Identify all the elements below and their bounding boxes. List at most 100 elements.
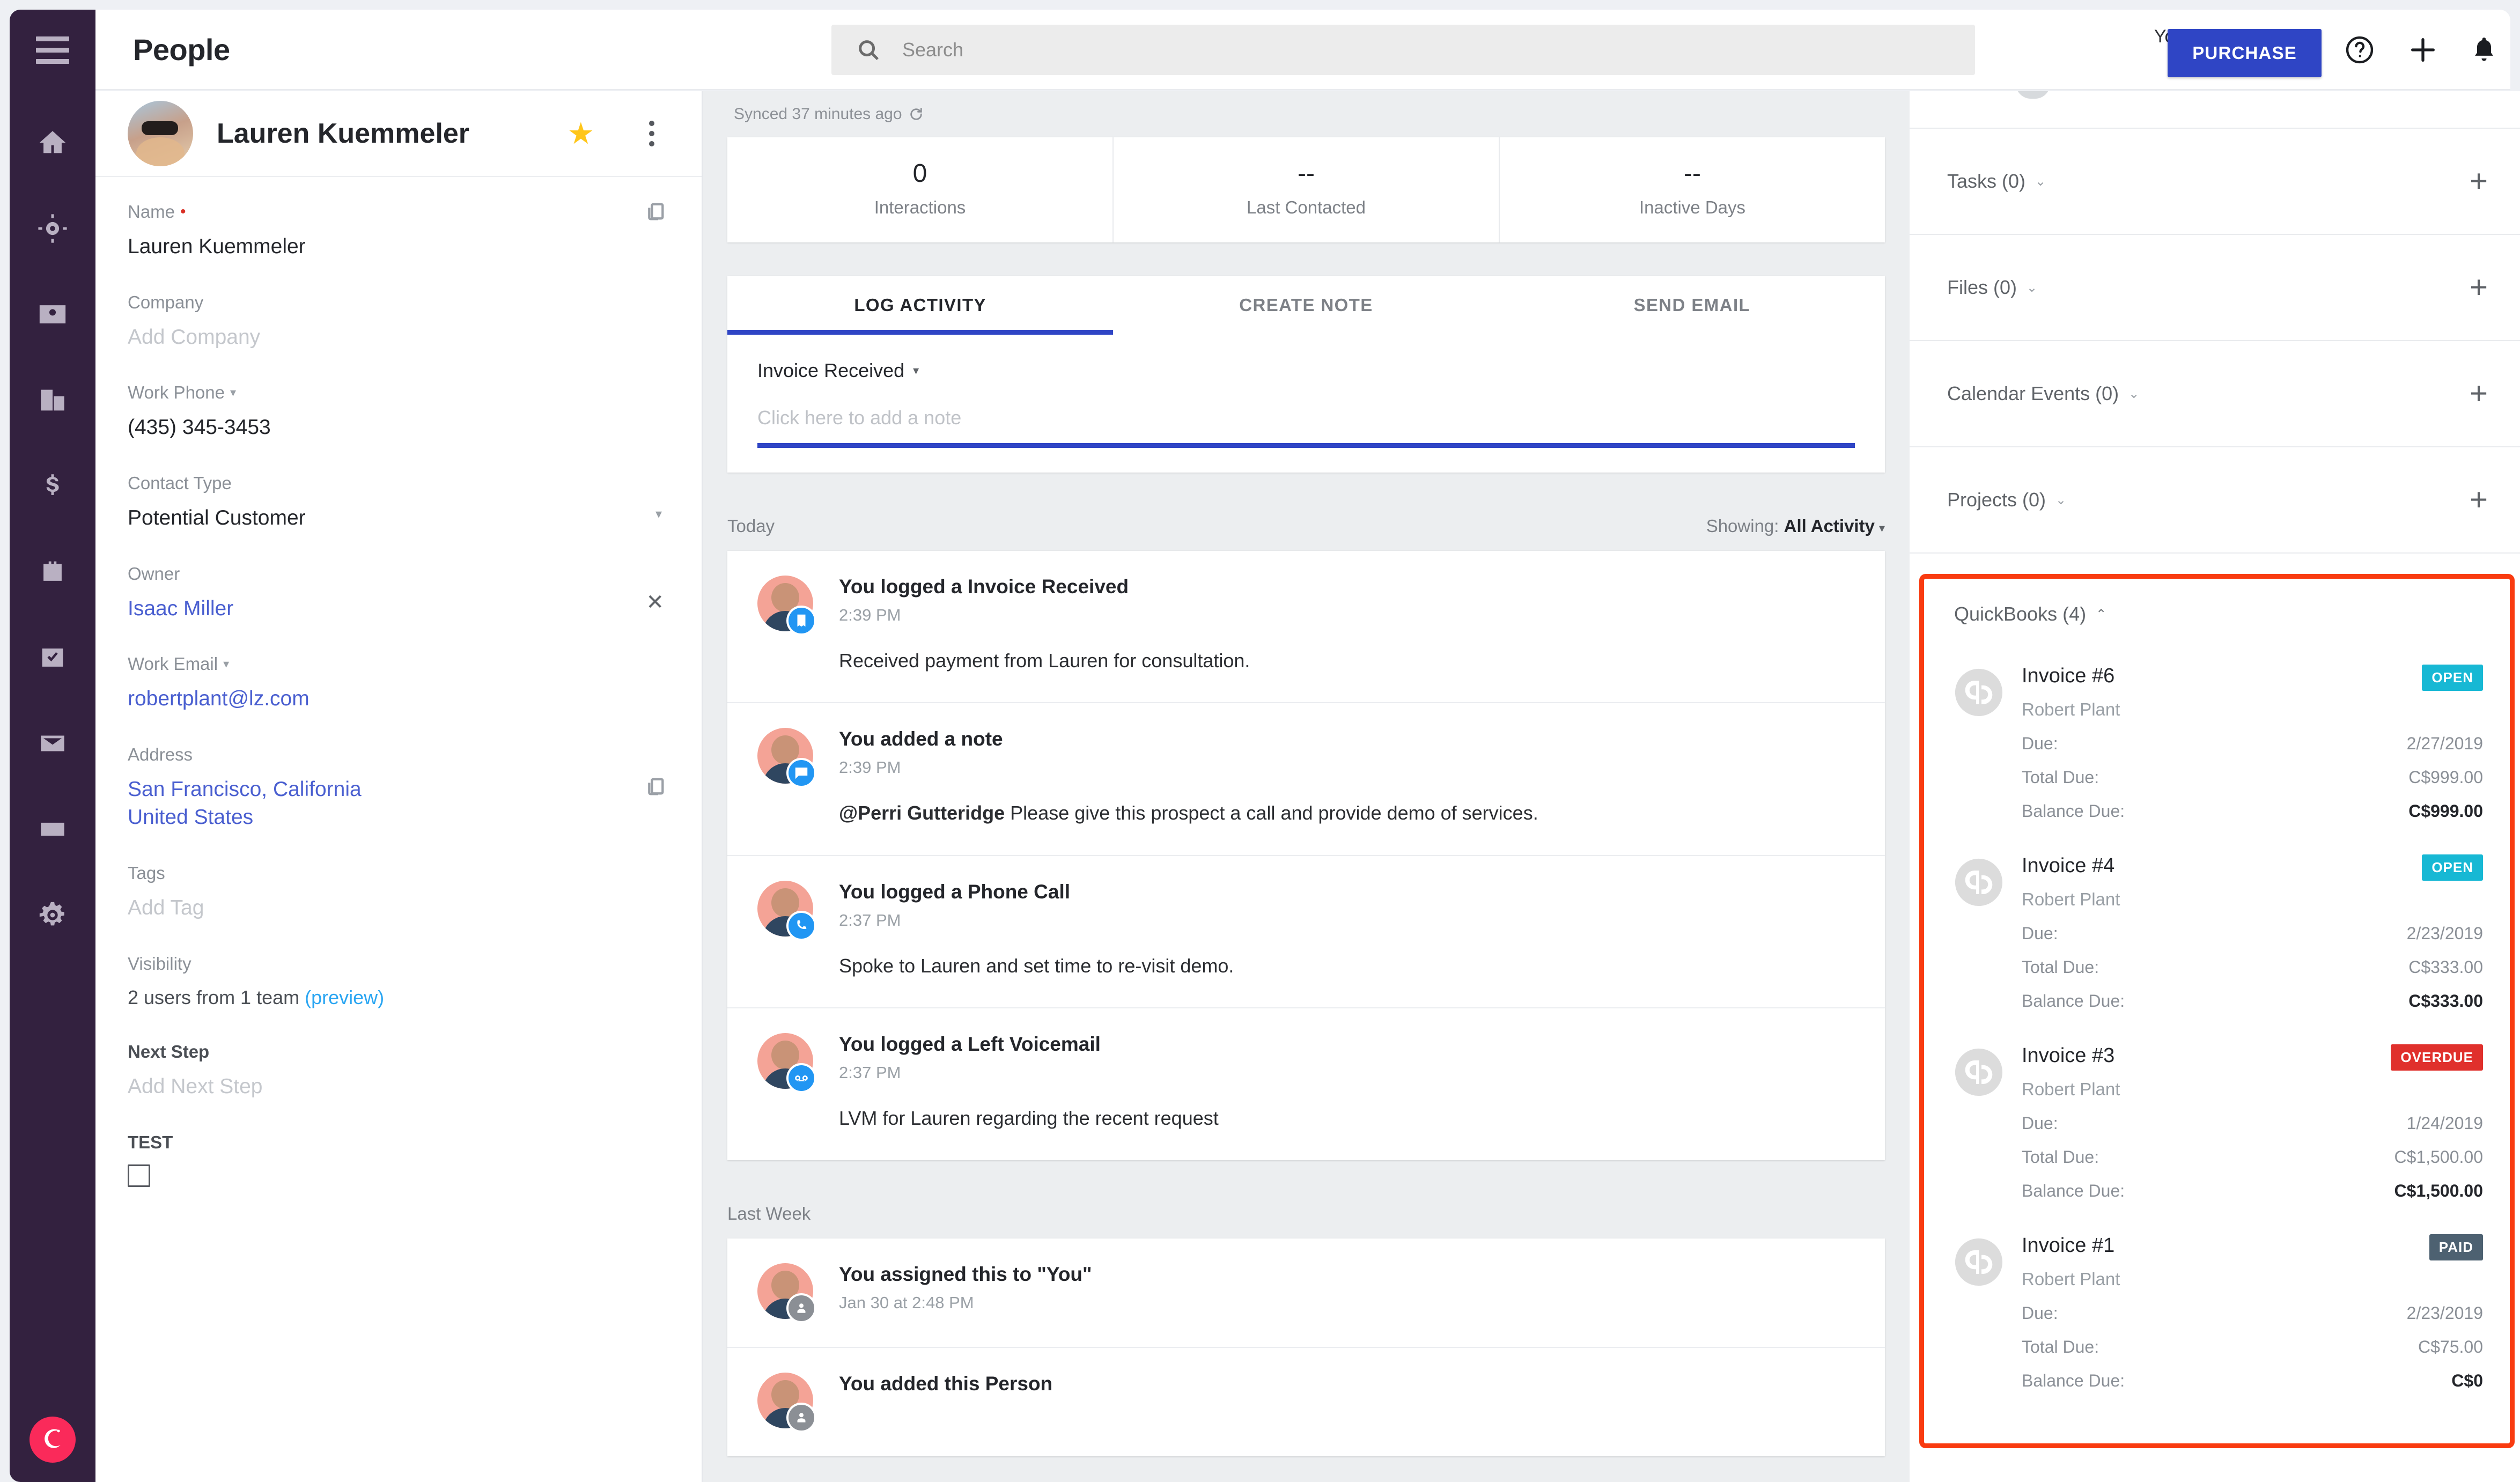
quickbooks-panel: QuickBooks (4) ⌃ Invoice #6 OPEN Robert … (1919, 574, 2515, 1448)
more-options-button[interactable] (649, 121, 654, 146)
activity-type-dropdown[interactable]: Invoice Received ▾ (757, 359, 1855, 382)
metric-inactive-days: -- Inactive Days (1500, 137, 1885, 242)
field-name-label: Name • (128, 202, 186, 222)
visibility-preview-link[interactable]: (preview) (305, 986, 384, 1008)
field-name: Name • Lauren Kuemmeler (128, 202, 669, 261)
tab-create-note[interactable]: CREATE NOTE (1113, 276, 1499, 335)
activity-item[interactable]: You logged a Invoice Received 2:39 PM Re… (727, 551, 1885, 704)
copy-name-button[interactable] (645, 200, 666, 223)
invoice-row[interactable]: Invoice #4 OPEN Robert Plant Due: 2/23/20… (1954, 839, 2483, 1029)
invoice-customer: Robert Plant (2022, 1079, 2120, 1099)
add-task-button[interactable]: + (2470, 165, 2488, 196)
copy-address-button[interactable] (645, 775, 666, 798)
tab-log-activity[interactable]: LOG ACTIVITY (727, 276, 1113, 335)
section-calendar-events[interactable]: Calendar Events (0) ⌄ + (1910, 341, 2520, 447)
chevron-down-icon[interactable]: ▾ (655, 506, 662, 522)
metric-label: Inactive Days (1639, 197, 1746, 217)
add-button[interactable] (2406, 33, 2440, 67)
add-calendar-event-button[interactable]: + (2470, 378, 2488, 409)
sidebar-item-reports[interactable] (10, 786, 95, 872)
invoice-due-row: Due: 1/24/2019 (2022, 1114, 2483, 1133)
menu-toggle-button[interactable] (10, 10, 95, 90)
activity-title: You logged a Invoice Received (839, 576, 1129, 598)
sidebar-item-projects[interactable] (10, 529, 95, 615)
purchase-button[interactable]: PURCHASE (2168, 29, 2322, 77)
favorite-star-icon[interactable]: ★ (568, 119, 594, 149)
invoice-due-row: Due: 2/23/2019 (2022, 1303, 2483, 1323)
invoice-title: Invoice #4 (2022, 854, 2115, 877)
clear-owner-icon[interactable]: ✕ (646, 592, 664, 613)
gear-icon (39, 902, 64, 926)
activity-text: Spoke to Lauren and set time to re-visit… (839, 954, 1234, 977)
feed-header-today: Today Showing: All Activity ▾ (727, 502, 1885, 551)
sidebar-item-settings[interactable] (10, 872, 95, 958)
metric-value: -- (1298, 159, 1315, 188)
metrics-strip: 0 Interactions -- Last Contacted -- Inac… (727, 137, 1885, 242)
building-icon (41, 389, 64, 411)
refresh-icon[interactable] (909, 107, 924, 122)
status-badge: PAID (2429, 1234, 2483, 1260)
quickbooks-section-header[interactable]: QuickBooks (4) ⌃ (1954, 579, 2483, 650)
sidebar-item-home[interactable] (10, 100, 95, 186)
activity-item[interactable]: You assigned this to "You" Jan 30 at 2:4… (727, 1238, 1885, 1348)
help-button[interactable] (2343, 33, 2376, 67)
sidebar-item-leads[interactable] (10, 186, 95, 271)
invoice-balance-row: Balance Due: C$0 (2022, 1371, 2483, 1391)
activity-column: Synced 37 minutes ago 0 Interactions -- … (703, 91, 1910, 1482)
section-projects[interactable]: Projects (0) ⌄ + (1910, 447, 2520, 554)
tab-send-email[interactable]: SEND EMAIL (1499, 276, 1885, 335)
invoice-total-value: C$999.00 (2408, 768, 2483, 787)
notifications-button[interactable] (2467, 33, 2501, 67)
field-address-line-1[interactable]: San Francisco, California (128, 776, 669, 804)
check-square-icon (42, 648, 63, 667)
sidebar-item-email[interactable] (10, 701, 95, 786)
activity-item[interactable]: You logged a Phone Call 2:37 PM Spoke to… (727, 856, 1885, 1009)
activity-item[interactable]: You logged a Left Voicemail 2:37 PM LVM … (727, 1008, 1885, 1160)
field-name-value[interactable]: Lauren Kuemmeler (128, 233, 669, 261)
add-file-button[interactable]: + (2470, 271, 2488, 303)
activity-item[interactable]: You added a note 2:39 PM @Perri Gutterid… (727, 703, 1885, 856)
section-files[interactable]: Files (0) ⌄ + (1910, 235, 2520, 341)
sidebar-item-deals[interactable] (10, 443, 95, 529)
invoice-total-value: C$333.00 (2408, 957, 2483, 977)
metric-last-contacted: -- Last Contacted (1114, 137, 1500, 242)
activity-item[interactable]: You added this Person (727, 1348, 1885, 1456)
invoice-due-value: 2/23/2019 (2406, 1303, 2483, 1323)
mention[interactable]: @Perri Gutteridge (839, 802, 1005, 824)
invoice-row[interactable]: Invoice #6 OPEN Robert Plant Due: 2/27/20… (1954, 650, 2483, 839)
field-work-email-value[interactable]: robertplant@lz.com (128, 685, 669, 713)
search-input[interactable]: Search (831, 25, 1975, 75)
activity-body: You added a note 2:39 PM @Perri Gutterid… (839, 728, 1855, 827)
field-tags-input[interactable]: Add Tag (128, 894, 669, 923)
invoice-balance-value: C$1,500.00 (2394, 1181, 2483, 1200)
section-tasks[interactable]: Tasks (0) ⌄ + (1910, 129, 2520, 235)
invoice-balance-row: Balance Due: C$333.00 (2022, 991, 2483, 1011)
activity-group-last-week: You assigned this to "You" Jan 30 at 2:4… (727, 1238, 1885, 1456)
sidebar-item-people[interactable] (10, 271, 95, 357)
invoice-row[interactable]: Invoice #3 OVERDUE Robert Plant Due: 1/24… (1954, 1029, 2483, 1219)
field-address-line-2[interactable]: United States (128, 803, 669, 832)
activity-group-today: You logged a Invoice Received 2:39 PM Re… (727, 551, 1885, 1160)
field-owner-value[interactable]: Isaac Miller (128, 595, 669, 623)
invoice-balance-label: Balance Due: (2022, 991, 2125, 1011)
chevron-down-icon: ⌄ (2027, 280, 2038, 295)
field-next-step-input[interactable]: Add Next Step (128, 1073, 669, 1101)
app-logo[interactable] (10, 1417, 95, 1463)
sidebar-item-tasks[interactable] (10, 615, 95, 701)
add-project-button[interactable]: + (2470, 484, 2488, 515)
field-contact-type-value[interactable]: Potential Customer (128, 504, 669, 533)
note-input[interactable]: Click here to add a note (757, 407, 1855, 448)
required-marker-icon: • (180, 203, 186, 220)
test-checkbox[interactable] (128, 1164, 150, 1187)
field-work-email-label[interactable]: Work Email ▾ (128, 654, 669, 674)
field-work-phone-value[interactable]: (435) 345-3453 (128, 414, 669, 442)
copper-logo-icon (30, 1417, 76, 1463)
top-bar: People Search Your trial ends in 375 day… (95, 10, 2510, 90)
invoice-total-label: Total Due: (2022, 1337, 2099, 1356)
field-contact-type-label: Contact Type (128, 473, 232, 493)
invoice-row[interactable]: Invoice #1 PAID Robert Plant Due: 2/23/20… (1954, 1219, 2483, 1409)
sidebar-item-companies[interactable] (10, 357, 95, 443)
field-work-phone-label[interactable]: Work Phone ▾ (128, 382, 669, 403)
activity-filter-dropdown[interactable]: Showing: All Activity ▾ (1706, 516, 1885, 536)
field-company-input[interactable]: Add Company (128, 323, 669, 352)
